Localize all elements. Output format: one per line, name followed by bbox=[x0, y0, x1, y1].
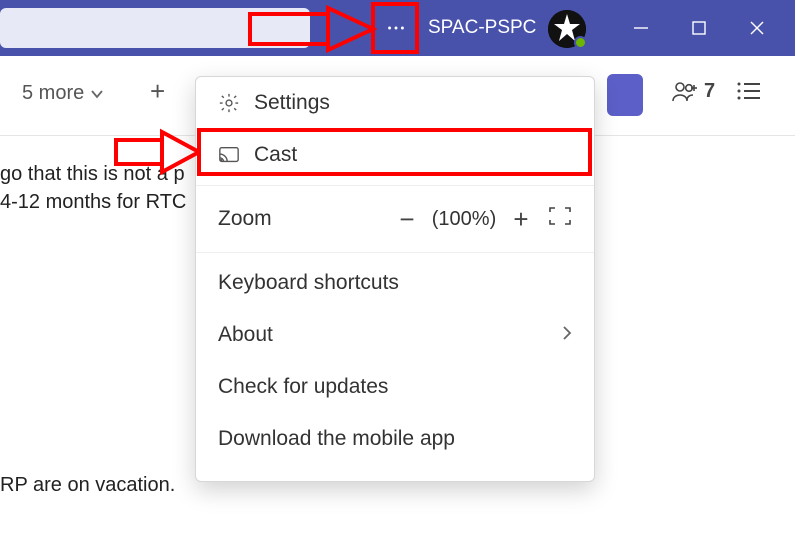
search-input[interactable] bbox=[0, 8, 310, 48]
meet-button[interactable] bbox=[607, 74, 643, 116]
menu-item-label: Download the mobile app bbox=[218, 427, 455, 451]
maximize-button[interactable] bbox=[672, 0, 726, 56]
menu-item-label: Keyboard shortcuts bbox=[218, 271, 399, 295]
zoom-label: Zoom bbox=[218, 207, 272, 231]
zoom-in-button[interactable]: + bbox=[504, 204, 538, 235]
menu-item-check-updates[interactable]: Check for updates bbox=[196, 361, 594, 413]
menu-separator bbox=[196, 185, 594, 186]
chevron-down-icon bbox=[90, 87, 104, 101]
title-bar: SPAC-PSPC bbox=[0, 0, 795, 56]
close-button[interactable] bbox=[730, 0, 784, 56]
settings-and-more-button[interactable] bbox=[374, 0, 418, 56]
menu-item-label: Settings bbox=[254, 91, 330, 115]
add-tab-button[interactable]: + bbox=[150, 76, 178, 104]
chat-text-fragment: go that this is not a p bbox=[0, 160, 185, 188]
people-icon bbox=[672, 81, 698, 103]
menu-item-about[interactable]: About bbox=[196, 309, 594, 361]
menu-item-cast[interactable]: Cast bbox=[196, 129, 594, 181]
menu-item-label: About bbox=[218, 323, 273, 347]
ellipsis-icon bbox=[385, 17, 407, 39]
list-icon bbox=[736, 80, 762, 102]
menu-separator bbox=[196, 252, 594, 253]
menu-item-label: Cast bbox=[254, 143, 297, 167]
gear-icon bbox=[218, 92, 240, 114]
tenant-name: SPAC-PSPC bbox=[428, 0, 536, 56]
chevron-right-icon bbox=[562, 324, 572, 347]
chat-text-fragment: RP are on vacation. bbox=[0, 471, 175, 499]
cast-icon bbox=[218, 144, 240, 166]
menu-item-zoom: Zoom − (100%) + bbox=[196, 190, 594, 248]
settings-and-more-menu: Settings Cast Zoom − (100%) + Keyboard s… bbox=[195, 76, 595, 482]
menu-item-download-app[interactable]: Download the mobile app bbox=[196, 413, 594, 465]
menu-item-label: Check for updates bbox=[218, 375, 388, 399]
channel-info-button[interactable] bbox=[736, 80, 762, 107]
menu-item-keyboard-shortcuts[interactable]: Keyboard shortcuts bbox=[196, 257, 594, 309]
minimize-button[interactable] bbox=[614, 0, 668, 56]
more-tabs-label: 5 more bbox=[22, 82, 84, 105]
fullscreen-button[interactable] bbox=[548, 206, 572, 232]
people-count-value: 7 bbox=[704, 80, 715, 103]
avatar[interactable] bbox=[548, 10, 586, 48]
more-tabs-dropdown[interactable]: 5 more bbox=[22, 82, 104, 105]
menu-item-settings[interactable]: Settings bbox=[196, 77, 594, 129]
zoom-out-button[interactable]: − bbox=[390, 204, 424, 235]
presence-available-icon bbox=[574, 36, 587, 49]
chat-text-fragment: 4-12 months for RTC bbox=[0, 188, 186, 216]
fullscreen-icon bbox=[548, 206, 572, 226]
zoom-value: (100%) bbox=[424, 208, 504, 231]
people-count-button[interactable]: 7 bbox=[672, 80, 715, 103]
